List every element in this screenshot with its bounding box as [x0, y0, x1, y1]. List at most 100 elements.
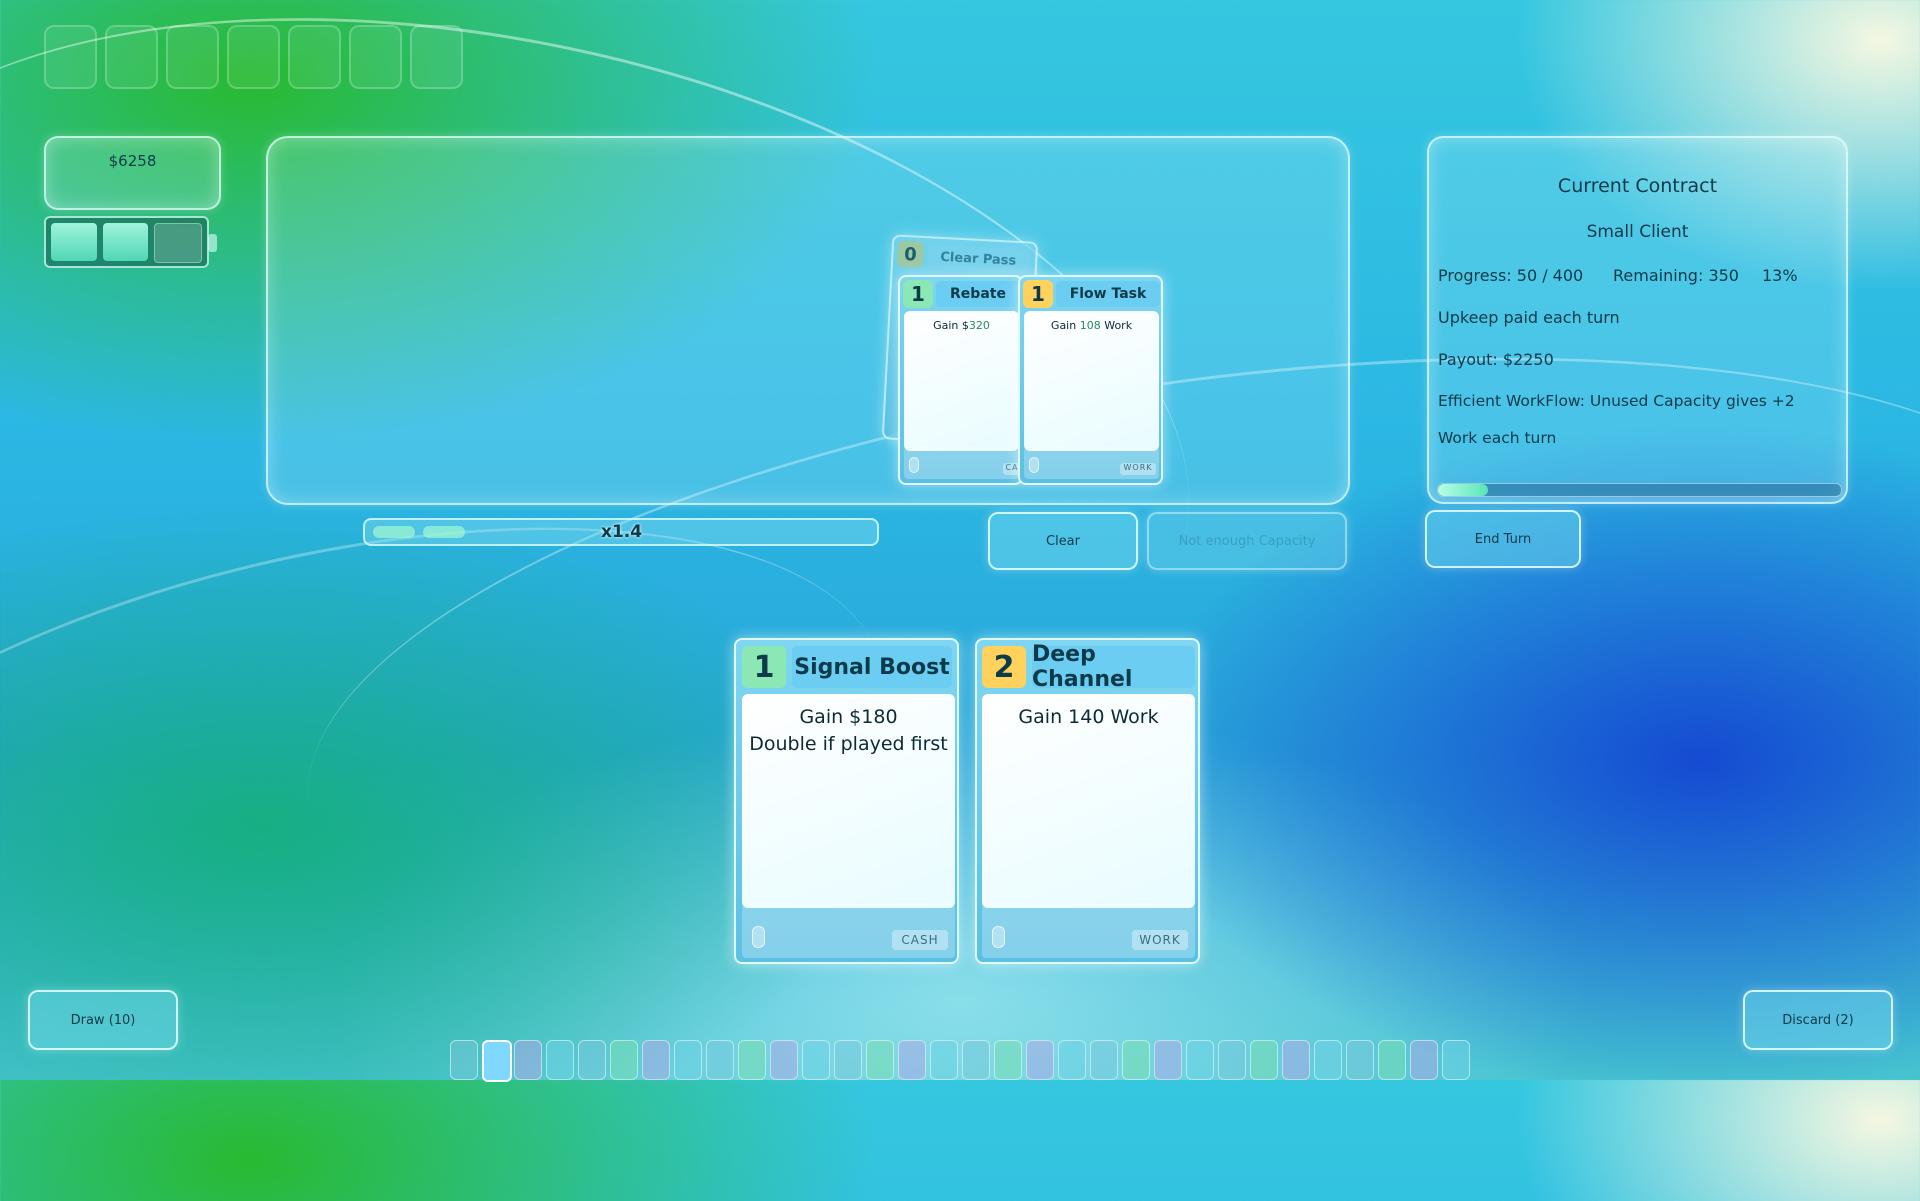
play-area[interactable] [266, 136, 1350, 505]
multiplier-segment [423, 526, 465, 538]
card-title: Signal Boost [792, 646, 952, 688]
card-text-line1: Gain $180 [799, 706, 898, 728]
deck-strip-tile [674, 1040, 702, 1080]
card-title: Rebate [936, 281, 1020, 307]
deck-strip-tile [962, 1040, 990, 1080]
card-text: Gain $320 [904, 311, 1019, 451]
deck-strip-tile [866, 1040, 894, 1080]
relic-slot[interactable] [288, 25, 341, 89]
hand-card[interactable]: 1 Signal Boost Gain $180 Double if playe… [734, 638, 959, 964]
contract-modifier-line1: Efficient WorkFlow: Unused Capacity give… [1438, 392, 1795, 410]
hand-card[interactable]: 2 Deep Channel Gain 140 Work WORK [975, 638, 1200, 964]
capacity-cell-empty [154, 223, 203, 263]
relic-slot[interactable] [349, 25, 402, 89]
deck-strip-tile [1410, 1040, 1438, 1080]
contract-progress: Progress: 50 / 400 [1438, 266, 1584, 285]
card-text: Gain $180 Double if played first [742, 694, 955, 908]
contract-client: Small Client [1586, 222, 1689, 242]
deck-strip-tile [994, 1040, 1022, 1080]
card-pip [1029, 457, 1039, 473]
contract-percent: 13% [1762, 266, 1798, 285]
deck-strip-tile [642, 1040, 670, 1080]
deck-strip-tile [1058, 1040, 1086, 1080]
card-cost: 1 [1023, 280, 1053, 308]
card-text-prefix: Gain $ [933, 319, 969, 332]
multiplier-bar: x1.4 [363, 518, 879, 546]
contract-upkeep: Upkeep paid each turn [1438, 308, 1620, 327]
card-text-line1: Gain 140 Work [1018, 706, 1159, 728]
deck-strip-tile [1314, 1040, 1342, 1080]
contract-panel: Current Contract Small Client Progress: … [1427, 136, 1848, 504]
deck-strip-tile [514, 1040, 542, 1080]
card-cost: 2 [982, 646, 1026, 688]
deck-strip-tile [578, 1040, 606, 1080]
card-pip [909, 457, 919, 473]
money-panel: $6258 [44, 136, 221, 210]
card-footer [904, 447, 1019, 479]
relic-slot[interactable] [105, 25, 158, 89]
card-cost: 1 [742, 646, 786, 688]
end-turn-button[interactable]: End Turn [1425, 510, 1581, 568]
card-pip [992, 926, 1005, 948]
capacity-battery [44, 216, 217, 268]
play-button[interactable]: Not enough Capacity [1147, 512, 1347, 570]
contract-heading: Current Contract [1557, 175, 1718, 197]
contract-progress-fill [1438, 484, 1489, 496]
relic-slot[interactable] [410, 25, 463, 89]
deck-strip-tile [930, 1040, 958, 1080]
deck-strip-tile [1346, 1040, 1374, 1080]
contract-progress-bar [1437, 483, 1842, 497]
played-card[interactable]: 1 Flow Task Gain 108 Work WORK [1018, 275, 1163, 485]
deck-strip-tile [482, 1040, 512, 1082]
deck-strip-tile [610, 1040, 638, 1080]
deck-strip-tile [898, 1040, 926, 1080]
relic-slot[interactable] [44, 25, 97, 89]
relic-slot[interactable] [227, 25, 280, 89]
relic-slot[interactable] [166, 25, 219, 89]
deck-strip-tile [1122, 1040, 1150, 1080]
deck-strip-tile [1154, 1040, 1182, 1080]
discard-pile-button[interactable]: Discard (2) [1743, 990, 1893, 1050]
deck-strip-tile [706, 1040, 734, 1080]
deck-strip-tile [738, 1040, 766, 1080]
deck-strip-tile [1090, 1040, 1118, 1080]
clear-button[interactable]: Clear [988, 512, 1138, 570]
card-type-tag: WORK [1132, 930, 1188, 950]
deck-strip-tile [1250, 1040, 1278, 1080]
deck-strip-tile [770, 1040, 798, 1080]
card-value: 320 [968, 319, 990, 332]
capacity-cell-filled [102, 223, 149, 261]
card-text-line2: Double if played first [749, 733, 948, 755]
deck-strip-tile [1026, 1040, 1054, 1080]
played-card[interactable]: 1 Rebate Gain $320 CA [898, 275, 1023, 485]
card-type-tag: WORK [1120, 463, 1156, 475]
card-text: Gain 140 Work [982, 694, 1195, 908]
contract-payout: Payout: $2250 [1438, 350, 1554, 369]
deck-strip-tile [802, 1040, 830, 1080]
card-cost: 1 [903, 280, 933, 308]
deck-strip-tile [1282, 1040, 1310, 1080]
contract-modifier-line2: Work each turn [1438, 429, 1557, 447]
deck-strip-tile [450, 1040, 478, 1080]
multiplier-segment [373, 526, 415, 538]
card-text-suffix: Work [1100, 319, 1133, 332]
deck-strip-tile [1378, 1040, 1406, 1080]
battery-nub [208, 234, 217, 252]
money-value: $6258 [108, 152, 157, 170]
card-title: Clear Pass [926, 244, 1030, 274]
deck-strip-tile [834, 1040, 862, 1080]
card-text: Gain 108 Work [1024, 311, 1159, 451]
draw-pile-button[interactable]: Draw (10) [28, 990, 178, 1050]
deck-strip-tile [1186, 1040, 1214, 1080]
contract-remaining: Remaining: 350 [1613, 266, 1739, 285]
card-type-tag: CASH [892, 930, 948, 950]
card-text-prefix: Gain [1050, 319, 1080, 332]
multiplier-label: x1.4 [601, 522, 643, 542]
card-value: 108 [1079, 319, 1101, 332]
card-title: Flow Task [1056, 281, 1160, 307]
capacity-cell-filled [51, 223, 97, 261]
card-pip [752, 926, 765, 948]
card-title: Deep Channel [1032, 642, 1195, 692]
deck-strip-tile [1442, 1040, 1470, 1080]
deck-strip-tile [1218, 1040, 1246, 1080]
